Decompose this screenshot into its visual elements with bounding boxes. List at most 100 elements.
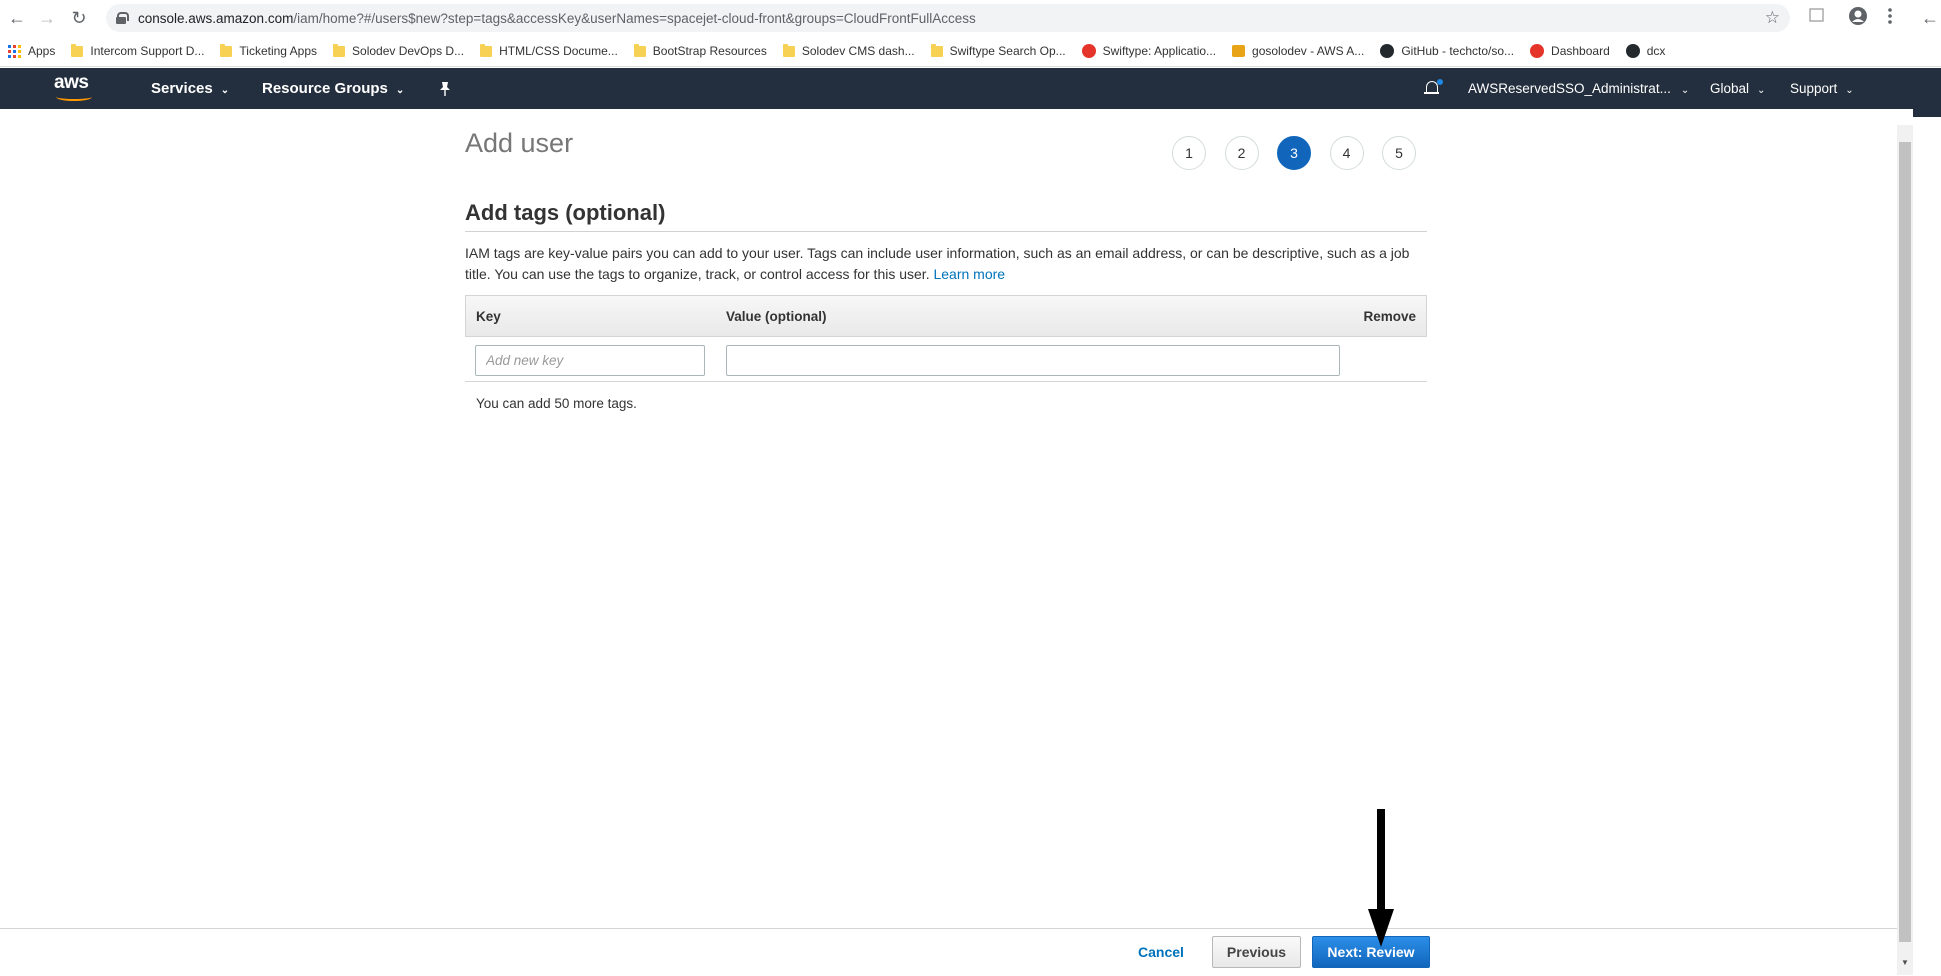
- resource-groups-menu[interactable]: Resource Groups ⌄: [262, 80, 404, 97]
- bookmark-solodev-cms[interactable]: Solodev CMS dash...: [782, 43, 915, 58]
- bookmark-label: Solodev DevOps D...: [352, 44, 465, 58]
- bookmark-label: Apps: [28, 44, 56, 58]
- bookmark-label: Solodev CMS dash...: [801, 44, 915, 58]
- region-label: Global: [1710, 81, 1750, 96]
- page-scrollbar[interactable]: ▼: [1897, 125, 1913, 975]
- bookmark-label: BootStrap Resources: [652, 44, 767, 58]
- back-arrow-icon[interactable]: ←: [4, 5, 30, 31]
- folder-icon: [782, 43, 795, 57]
- browser-menu-icon[interactable]: [1886, 6, 1896, 28]
- bookmark-swiftype-app[interactable]: Swiftype: Applicatio...: [1081, 44, 1217, 58]
- step-1[interactable]: 1: [1172, 136, 1206, 170]
- step-5[interactable]: 5: [1382, 136, 1416, 170]
- remove-column-header: Remove: [1363, 309, 1416, 324]
- bookmark-ticketing[interactable]: Ticketing Apps: [220, 43, 318, 58]
- bookmark-label: gosolodev - AWS A...: [1252, 44, 1365, 58]
- tags-table-header: Key Value (optional) Remove: [465, 295, 1427, 337]
- bookmark-intercom[interactable]: Intercom Support D...: [71, 43, 205, 58]
- tags-table: Key Value (optional) Remove: [465, 295, 1427, 382]
- chevron-down-icon: ⌄: [1680, 85, 1690, 96]
- bookmark-github-techcto[interactable]: GitHub - techcto/so...: [1380, 44, 1514, 58]
- bookmark-label: Dashboard: [1551, 44, 1610, 58]
- aws-box-icon: [1232, 45, 1246, 57]
- bookmark-apps[interactable]: Apps: [8, 44, 55, 58]
- bookmark-devops[interactable]: Solodev DevOps D...: [333, 43, 465, 58]
- value-column-header: Value (optional): [726, 309, 827, 324]
- bookmark-label: Intercom Support D...: [90, 44, 205, 58]
- bookmark-label: dcx: [1646, 44, 1666, 58]
- support-menu[interactable]: Support ⌄: [1790, 81, 1854, 96]
- section-title: Add tags (optional): [465, 200, 666, 225]
- profile-avatar-icon[interactable]: [1848, 6, 1870, 28]
- folder-icon: [930, 43, 943, 57]
- folder-icon: [480, 43, 493, 57]
- bookmark-gosolodev[interactable]: gosolodev - AWS A...: [1232, 44, 1364, 58]
- bookmark-dashboard[interactable]: Dashboard: [1530, 44, 1610, 58]
- aws-top-nav: aws Services ⌄ Resource Groups ⌄ AWSReserv…: [0, 68, 1941, 109]
- url-text: console.aws.amazon.com/iam/home?#/users$…: [138, 11, 976, 26]
- tag-value-input[interactable]: [726, 345, 1340, 376]
- dashboard-icon: [1530, 44, 1545, 58]
- region-menu[interactable]: Global ⌄: [1710, 81, 1765, 96]
- bookmark-label: Swiftype: Applicatio...: [1102, 44, 1217, 58]
- annotation-arrow-icon: [1368, 809, 1394, 947]
- resource-groups-label: Resource Groups: [262, 80, 388, 97]
- step-3-active[interactable]: 3: [1277, 136, 1311, 170]
- url-host: console.aws.amazon.com: [138, 10, 294, 26]
- bookmarks-bar: Apps Intercom Support D... Ticketing App…: [0, 36, 1941, 67]
- chevron-down-icon: ⌄: [395, 85, 405, 96]
- chevron-down-icon: ⌄: [220, 85, 230, 96]
- chevron-down-icon: ⌄: [1757, 85, 1766, 96]
- folder-icon: [71, 43, 84, 57]
- aws-logo-text: aws: [54, 72, 89, 93]
- bookmark-label: HTML/CSS Docume...: [499, 44, 618, 58]
- address-bar[interactable]: console.aws.amazon.com/iam/home?#/users$…: [106, 4, 1790, 32]
- forward-arrow-icon[interactable]: →: [34, 5, 60, 31]
- chevron-down-icon: ⌄: [1845, 85, 1854, 96]
- nav-edge: [1913, 109, 1941, 117]
- account-label: AWSReservedSSO_Administrat...: [1468, 81, 1671, 96]
- section-divider: [465, 231, 1427, 232]
- folder-icon: [333, 43, 346, 57]
- github-icon: [1380, 44, 1395, 58]
- page-title: Add user: [465, 128, 574, 158]
- support-label: Support: [1790, 81, 1838, 96]
- step-2[interactable]: 2: [1224, 136, 1259, 170]
- bookmark-htmlcss[interactable]: HTML/CSS Docume...: [480, 43, 618, 58]
- previous-button[interactable]: Previous: [1212, 936, 1301, 968]
- services-label: Services: [151, 80, 213, 97]
- step-4[interactable]: 4: [1329, 136, 1364, 170]
- cancel-button[interactable]: Cancel: [1138, 944, 1184, 960]
- learn-more-link[interactable]: Learn more: [933, 266, 1005, 282]
- bookmark-label: Swiftype Search Op...: [949, 44, 1066, 58]
- notification-dot: [1437, 79, 1443, 85]
- account-menu[interactable]: AWSReservedSSO_Administrat... ⌄: [1468, 81, 1689, 96]
- bookmark-star-icon[interactable]: ☆: [1765, 8, 1780, 28]
- services-menu[interactable]: Services ⌄: [151, 80, 229, 97]
- tag-key-input[interactable]: [475, 345, 705, 376]
- lock-icon: [116, 12, 129, 24]
- wizard-footer: Cancel Previous Next: Review: [0, 928, 1897, 976]
- bookmark-label: GitHub - techcto/so...: [1401, 44, 1515, 58]
- aws-logo[interactable]: aws: [54, 72, 98, 102]
- swiftype-icon: [1081, 44, 1096, 58]
- scroll-down-arrow-icon[interactable]: ▼: [1901, 958, 1909, 967]
- scrollbar-thumb[interactable]: [1899, 142, 1911, 942]
- side-arrow-icon[interactable]: ←: [1920, 5, 1940, 31]
- tags-remaining-note: You can add 50 more tags.: [476, 396, 637, 411]
- bookmark-label: Ticketing Apps: [239, 44, 318, 58]
- bookmark-bootstrap[interactable]: BootStrap Resources: [633, 43, 767, 58]
- reload-icon[interactable]: ↻: [66, 5, 92, 31]
- folder-icon: [633, 43, 646, 57]
- url-path: /iam/home?#/users$new?step=tags&accessKe…: [293, 10, 976, 26]
- browser-toolbar: ← → ↻ console.aws.amazon.com/iam/home?#/…: [0, 0, 1941, 36]
- apps-grid-icon: [8, 44, 21, 58]
- extension-icon[interactable]: [1808, 6, 1826, 24]
- bookmark-swiftype-search[interactable]: Swiftype Search Op...: [930, 43, 1066, 58]
- key-column-header: Key: [476, 309, 501, 324]
- notification-bell-icon[interactable]: [1424, 79, 1443, 96]
- folder-icon: [220, 43, 233, 57]
- github-icon: [1625, 44, 1640, 58]
- bookmark-dcx[interactable]: dcx: [1625, 44, 1666, 58]
- pin-icon[interactable]: [438, 81, 452, 97]
